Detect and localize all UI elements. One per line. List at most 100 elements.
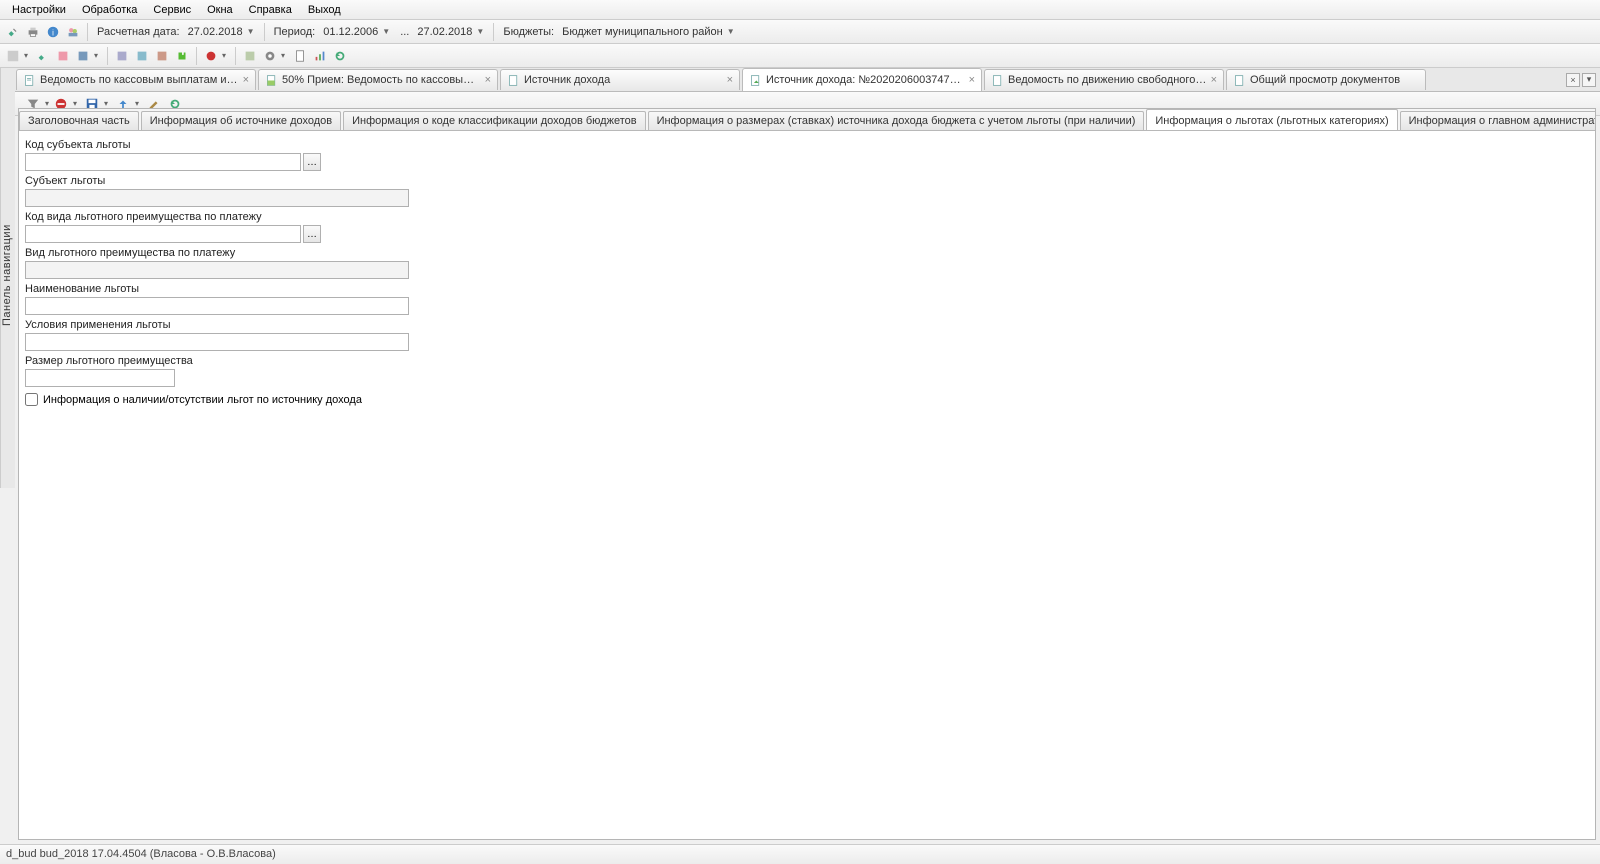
tabs-menu[interactable]: ▾ xyxy=(1582,73,1596,87)
tabs-close-all[interactable]: × xyxy=(1566,73,1580,87)
tool-f-icon[interactable] xyxy=(133,47,151,65)
subject-label: Субъект льготы xyxy=(25,175,1589,187)
tool-d-dd[interactable]: ▾ xyxy=(94,51,98,60)
status-text: d_bud bud_2018 17.04.4504 (Власова - О.В… xyxy=(6,848,276,860)
doc-tab-label: Ведомость по движению свободного остатк.… xyxy=(1008,74,1207,86)
period-to[interactable]: 27.02.2018 xyxy=(415,26,474,38)
doc-tab-3[interactable]: Источник дохода × xyxy=(500,69,740,90)
tool-b-icon[interactable] xyxy=(34,47,52,65)
period-from-dropdown[interactable]: ▼ xyxy=(382,27,390,36)
tool-users-icon[interactable] xyxy=(64,23,82,41)
period-from[interactable]: 01.12.2006 xyxy=(321,26,380,38)
tool-e-icon[interactable] xyxy=(113,47,131,65)
benefit-type-label: Вид льготного преимущества по платежу xyxy=(25,247,1589,259)
menu-help[interactable]: Справка xyxy=(241,2,300,18)
tab-class-code[interactable]: Информация о коде классификации доходов … xyxy=(343,111,645,130)
tool-record-dd[interactable]: ▾ xyxy=(222,51,226,60)
period-sep: ... xyxy=(396,26,413,38)
benefit-code-lookup[interactable]: … xyxy=(303,225,321,243)
benefit-code-input[interactable] xyxy=(25,225,301,243)
conditions-input[interactable] xyxy=(25,333,409,351)
close-icon[interactable]: × xyxy=(727,74,733,86)
secondary-toolbar: ▾ ▾ ▾ ▾ xyxy=(0,44,1600,68)
svg-text:i: i xyxy=(52,28,54,37)
tool-doc-icon[interactable] xyxy=(291,47,309,65)
doc-icon xyxy=(1233,74,1246,87)
tab-benefits[interactable]: Информация о льготах (льготных категория… xyxy=(1146,109,1397,131)
doc-tab-5[interactable]: Ведомость по движению свободного остатк.… xyxy=(984,69,1224,90)
doc-tab-label: 50% Прием: Ведомость по кассовым выплат.… xyxy=(282,74,481,86)
close-icon[interactable]: × xyxy=(485,74,491,86)
tab-header-part[interactable]: Заголовочная часть xyxy=(19,111,139,130)
calc-date-value[interactable]: 27.02.2018 xyxy=(186,26,245,38)
tab-rates[interactable]: Информация о размерах (ставках) источник… xyxy=(648,111,1145,130)
document-tabs: » Ведомость по кассовым выплатам из бюдж… xyxy=(0,68,1600,92)
tool-chart-icon[interactable] xyxy=(311,47,329,65)
doc-tab-1[interactable]: Ведомость по кассовым выплатам из бюдже.… xyxy=(16,69,256,90)
tool-a-dd[interactable]: ▾ xyxy=(24,51,28,60)
tool-h-icon[interactable] xyxy=(241,47,259,65)
tool-info-icon[interactable]: i xyxy=(44,23,62,41)
budgets-label: Бюджеты: xyxy=(499,26,558,38)
tab-admin[interactable]: Информация о главном администраторе дохо… xyxy=(1400,111,1595,130)
budgets-value[interactable]: Бюджет муниципального район xyxy=(560,26,725,38)
close-icon[interactable]: × xyxy=(969,74,975,86)
tool-refresh2-icon[interactable] xyxy=(331,47,349,65)
menu-exit[interactable]: Выход xyxy=(300,2,349,18)
tool-record-icon[interactable] xyxy=(202,47,220,65)
budgets-dropdown[interactable]: ▼ xyxy=(727,27,735,36)
amount-input[interactable] xyxy=(25,369,175,387)
calc-date-label: Расчетная дата: xyxy=(93,26,184,38)
presence-checkbox-label: Информация о наличии/отсутствии льгот по… xyxy=(43,394,362,406)
benefit-name-label: Наименование льготы xyxy=(25,283,1589,295)
subject-code-input[interactable] xyxy=(25,153,301,171)
content-tabs: Заголовочная часть Информация об источни… xyxy=(19,109,1595,131)
doc-tab-label: Источник дохода: №20202060037476701000..… xyxy=(766,74,965,86)
doc-progress-icon xyxy=(265,74,278,87)
tab-source-info[interactable]: Информация об источнике доходов xyxy=(141,111,341,130)
amount-label: Размер льготного преимущества xyxy=(25,355,1589,367)
doc-icon xyxy=(991,74,1004,87)
main-toolbar: i Расчетная дата: 27.02.2018 ▼ Период: 0… xyxy=(0,20,1600,44)
doc-icon xyxy=(507,74,520,87)
period-label: Период: xyxy=(270,26,320,38)
doc-icon xyxy=(749,74,762,87)
subject-code-label: Код субъекта льготы xyxy=(25,139,1589,151)
tool-wrench-icon[interactable] xyxy=(4,23,22,41)
tool-gear2-icon[interactable] xyxy=(261,47,279,65)
presence-checkbox[interactable] xyxy=(25,393,38,406)
doc-tab-label: Общий просмотр документов xyxy=(1250,74,1419,86)
tool-puzzle-icon[interactable] xyxy=(173,47,191,65)
tool-gear2-dd[interactable]: ▾ xyxy=(281,51,285,60)
calc-date-dropdown[interactable]: ▼ xyxy=(247,27,255,36)
doc-tab-label: Источник дохода xyxy=(524,74,723,86)
doc-tab-label: Ведомость по кассовым выплатам из бюдже.… xyxy=(40,74,239,86)
tool-g-icon[interactable] xyxy=(153,47,171,65)
close-icon[interactable]: × xyxy=(243,74,249,86)
tool-print-icon[interactable] xyxy=(24,23,42,41)
benefit-code-label: Код вида льготного преимущества по плате… xyxy=(25,211,1589,223)
period-to-dropdown[interactable]: ▼ xyxy=(476,27,484,36)
tool-d-icon[interactable] xyxy=(74,47,92,65)
menu-bar: Настройки Обработка Сервис Окна Справка … xyxy=(0,0,1600,20)
subject-code-lookup[interactable]: … xyxy=(303,153,321,171)
form-body: Код субъекта льготы … Субъект льготы Код… xyxy=(19,131,1595,414)
menu-windows[interactable]: Окна xyxy=(199,2,241,18)
tool-a-icon[interactable] xyxy=(4,47,22,65)
menu-processing[interactable]: Обработка xyxy=(74,2,145,18)
close-icon[interactable]: × xyxy=(1211,74,1217,86)
doc-tab-6[interactable]: Общий просмотр документов xyxy=(1226,69,1426,90)
menu-service[interactable]: Сервис xyxy=(145,2,199,18)
doc-tab-4[interactable]: Источник дохода: №20202060037476701000..… xyxy=(742,68,982,91)
doc-tab-2[interactable]: 50% Прием: Ведомость по кассовым выплат.… xyxy=(258,69,498,90)
subject-input xyxy=(25,189,409,207)
tool-c-icon[interactable] xyxy=(54,47,72,65)
menu-settings[interactable]: Настройки xyxy=(4,2,74,18)
benefit-name-input[interactable] xyxy=(25,297,409,315)
benefit-type-input xyxy=(25,261,409,279)
doc-icon xyxy=(23,74,36,87)
conditions-label: Условия применения льготы xyxy=(25,319,1589,331)
content-area: Заголовочная часть Информация об источни… xyxy=(18,108,1596,840)
status-bar: d_bud bud_2018 17.04.4504 (Власова - О.В… xyxy=(0,844,1600,864)
nav-panel-label[interactable]: Панель навигации xyxy=(0,68,15,488)
